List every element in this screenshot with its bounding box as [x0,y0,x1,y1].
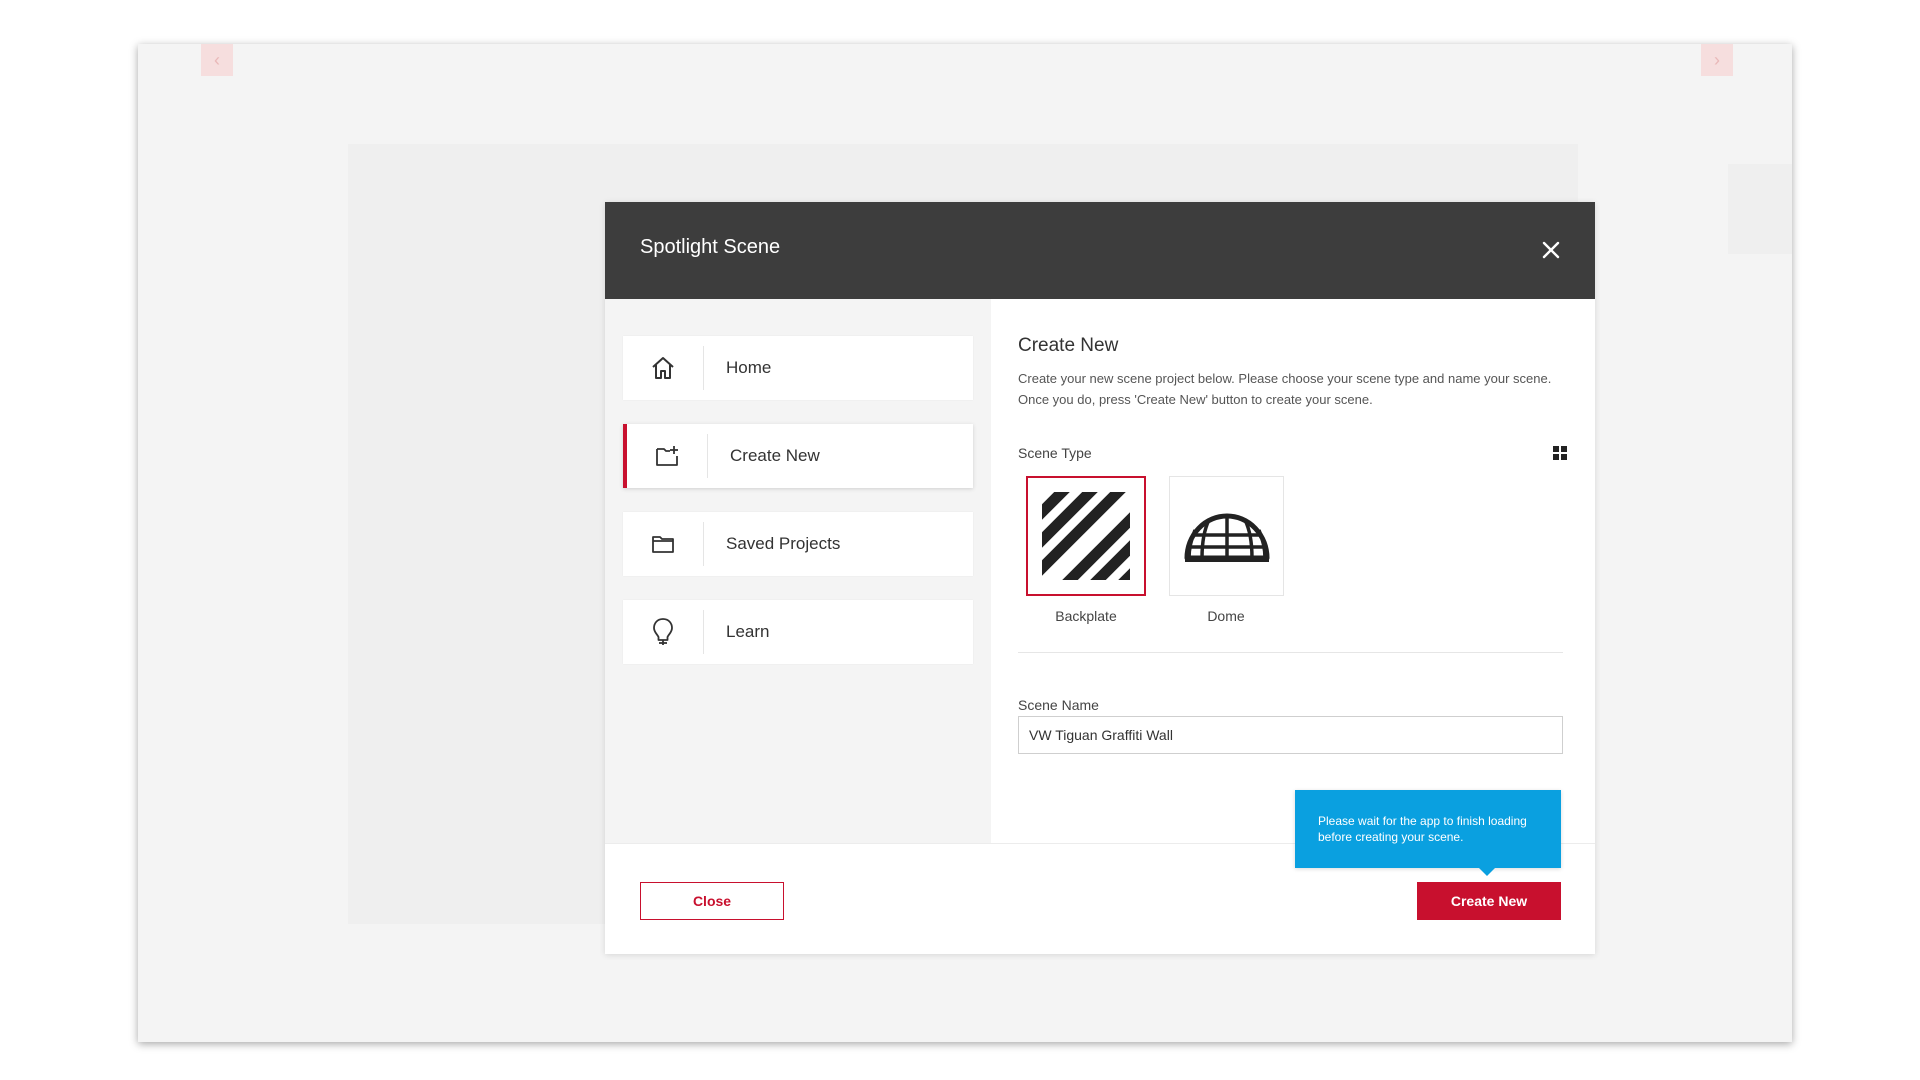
nav-separator [703,522,704,566]
section-title: Create New [1018,335,1119,356]
sidebar-item-label: Learn [726,622,770,641]
scene-type-label-dome: Dome [1207,608,1245,624]
scene-name-label: Scene Name [1018,697,1099,713]
dialog-title: Spotlight Scene [640,236,781,258]
close-button[interactable]: Close [640,882,784,920]
dialog-header: Spotlight Scene [605,202,1595,299]
scene-type-backplate[interactable] [1026,476,1146,596]
scene-type-label-backplate: Backplate [1055,608,1117,624]
create-new-button[interactable]: Create New [1417,882,1561,920]
scene-type-dome[interactable] [1169,476,1284,596]
folder-icon [623,512,703,576]
app-window: ‹ › Spotlight Scene Home Create New Save… [138,44,1792,1042]
sidebar: Home Create New Saved Projects Learn [605,299,991,843]
scene-name-input[interactable] [1018,716,1563,754]
tooltip-arrow [1479,868,1495,876]
grid-view-icon[interactable] [1552,445,1568,461]
nav-separator [703,610,704,654]
home-icon [623,336,703,400]
lightbulb-icon [623,600,703,664]
sidebar-item-learn[interactable]: Learn [623,600,973,664]
close-icon[interactable] [1537,236,1565,264]
sidebar-item-home[interactable]: Home [623,336,973,400]
background-prev-arrow-icon: ‹ [201,44,233,76]
dome-icon [1184,513,1269,562]
section-divider [1018,652,1563,653]
spotlight-scene-dialog: Spotlight Scene Home Create New Saved Pr… [605,202,1595,954]
sidebar-item-label: Home [726,358,772,377]
section-description: Create your new scene project below. Ple… [1018,371,1552,407]
main-content: Create New Create your new scene project… [991,299,1595,843]
nav-separator [703,346,704,390]
folder-add-icon [627,424,707,488]
background-next-arrow-icon: › [1701,44,1733,76]
loading-tooltip: Please wait for the app to finish loadin… [1295,790,1561,868]
background-side-card [1728,164,1792,254]
backplate-icon [1042,492,1130,580]
nav-separator [707,434,708,478]
sidebar-item-create-new[interactable]: Create New [623,424,973,488]
scene-type-label: Scene Type [1018,445,1092,461]
sidebar-item-label: Create New [730,446,820,465]
sidebar-item-label: Saved Projects [726,534,841,553]
sidebar-item-saved-projects[interactable]: Saved Projects [623,512,973,576]
